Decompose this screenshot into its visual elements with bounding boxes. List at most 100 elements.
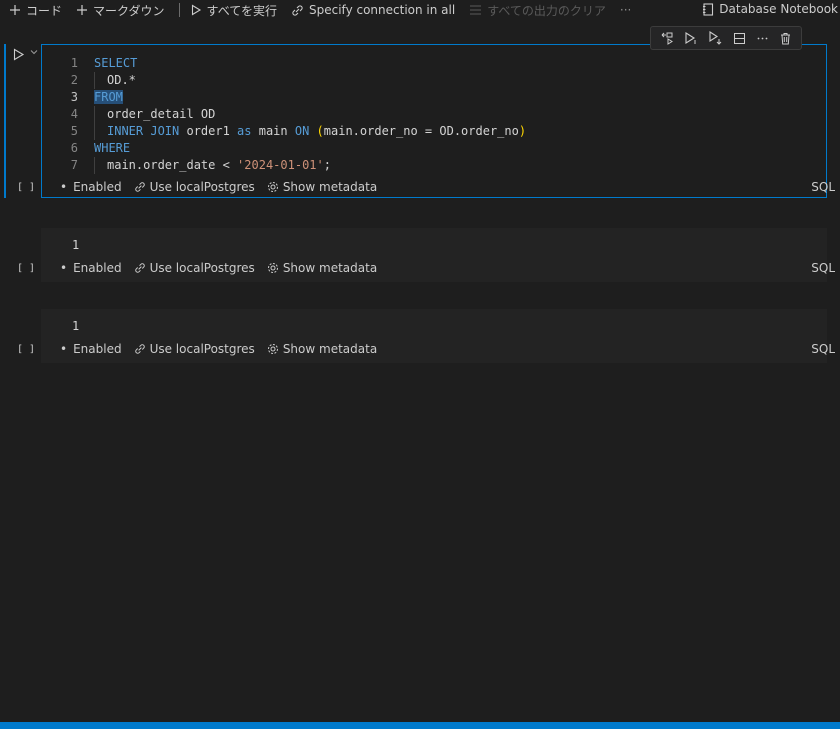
show-metadata-button[interactable]: Show metadata (267, 180, 377, 194)
line-number: 5 (70, 124, 78, 138)
play-icon (190, 4, 202, 16)
code-text: order_detail OD (107, 107, 216, 121)
code-line: 3 FROM (42, 89, 526, 106)
code-text: main.order_no = OD.order_no (323, 124, 519, 138)
more-icon[interactable] (756, 32, 769, 45)
link-icon (134, 262, 146, 274)
add-code-label: コード (26, 3, 63, 18)
kernel-label: Database Notebook (719, 2, 838, 16)
specify-connection-button[interactable]: Specify connection in all (291, 3, 455, 17)
sql-keyword: SELECT (94, 56, 138, 70)
clear-all-outputs-label: すべての出力のクリア (487, 3, 606, 18)
gear-icon (267, 262, 279, 274)
cell-focus-indicator (4, 44, 6, 198)
sql-keyword: INNER JOIN (107, 124, 180, 138)
show-metadata-button[interactable]: Show metadata (267, 261, 377, 275)
split-icon[interactable] (733, 32, 746, 45)
run-all-label: すべてを実行 (206, 3, 277, 18)
status-bar (0, 722, 840, 729)
code-line: 7 main.order_date < '2024-01-01'; (42, 157, 526, 174)
code-line: 2 OD.* (42, 72, 526, 89)
cell-language-picker[interactable]: SQL (811, 342, 835, 356)
line-number: 2 (70, 73, 78, 87)
notebook-toolbar: コード マークダウン すべてを実行 Specify connection in … (0, 0, 840, 20)
notebook-icon (702, 2, 714, 16)
status-dot-icon: • (60, 261, 68, 275)
execution-count: [ ] (17, 263, 36, 274)
cell-language-picker[interactable]: SQL (811, 180, 835, 194)
code-line: 5 INNER JOIN order1 as main ON (main.ord… (42, 123, 526, 140)
execute-above-icon[interactable] (660, 31, 674, 45)
sql-keyword: as (237, 124, 252, 138)
run-all-button[interactable]: すべてを実行 (190, 2, 277, 19)
status-dot-icon: • (60, 180, 68, 194)
cell-content[interactable]: 1 (72, 238, 79, 252)
status-dot-icon: • (60, 342, 68, 356)
execution-count: [ ] (17, 182, 36, 193)
cell-content[interactable]: 1 (72, 319, 79, 333)
link-icon (134, 181, 146, 193)
connection-label: Use localPostgres (149, 342, 255, 356)
plus-icon (9, 4, 21, 16)
gear-icon (267, 181, 279, 193)
clear-icon (469, 4, 482, 16)
indent-guide (94, 123, 107, 140)
cell-status-bar: • Enabled Use localPostgres Show metadat… (60, 341, 389, 357)
show-metadata-label: Show metadata (282, 261, 378, 275)
code-line: 1 SELECT (42, 55, 526, 72)
more-actions-button[interactable]: ··· (620, 3, 631, 17)
toolbar-divider (178, 3, 180, 17)
run-cell-button[interactable] (12, 48, 25, 61)
plus-icon (76, 4, 88, 16)
play-icon (13, 48, 25, 61)
chevron-down-icon[interactable] (30, 48, 38, 56)
paren: ( (316, 124, 324, 138)
code-text: OD.* (107, 73, 136, 87)
specify-connection-label: Specify connection in all (309, 3, 456, 17)
trash-icon[interactable] (779, 32, 792, 45)
kernel-picker[interactable]: Database Notebook (702, 2, 838, 16)
show-metadata-button[interactable]: Show metadata (267, 342, 377, 356)
link-icon (291, 4, 304, 17)
code-text: main.order_date < (107, 158, 238, 172)
code-text: order1 (179, 124, 238, 138)
code-line: 4 order_detail OD (42, 106, 526, 123)
execution-count: [ ] (17, 344, 36, 355)
paren: ) (518, 124, 527, 138)
link-icon (134, 343, 146, 355)
connection-label: Use localPostgres (149, 180, 255, 194)
line-number: 3 (70, 90, 78, 104)
code-cell[interactable]: 1 SELECT 2 OD.* 3 FROM 4 order_detail OD… (41, 44, 827, 198)
enabled-status[interactable]: Enabled (73, 261, 122, 275)
show-metadata-label: Show metadata (282, 342, 378, 356)
code-text: main (251, 124, 295, 138)
connection-status[interactable]: Use localPostgres (134, 261, 255, 275)
sql-keyword-selected: FROM (94, 90, 123, 104)
line-number: 6 (70, 141, 78, 155)
clear-all-outputs-button[interactable]: すべての出力のクリア (469, 2, 606, 19)
code-line: 6 WHERE (42, 140, 526, 157)
indent-guide (94, 157, 107, 174)
cell-toolbar (650, 26, 802, 50)
code-text: ; (323, 158, 331, 172)
connection-status[interactable]: Use localPostgres (134, 342, 255, 356)
line-number: 4 (70, 107, 78, 121)
code-editor[interactable]: 1 SELECT 2 OD.* 3 FROM 4 order_detail OD… (42, 55, 526, 174)
line-number: 7 (70, 158, 78, 172)
indent-guide (94, 72, 107, 89)
add-markdown-label: マークダウン (93, 3, 165, 18)
enabled-status[interactable]: Enabled (73, 180, 122, 194)
show-metadata-label: Show metadata (282, 180, 378, 194)
sql-keyword: WHERE (94, 141, 131, 155)
add-code-button[interactable]: コード (9, 2, 62, 19)
execute-cell-and-below-icon[interactable] (684, 31, 698, 45)
sql-keyword: ON (294, 124, 310, 138)
enabled-status[interactable]: Enabled (73, 342, 122, 356)
connection-label: Use localPostgres (149, 261, 255, 275)
connection-status[interactable]: Use localPostgres (134, 180, 255, 194)
cell-language-picker[interactable]: SQL (811, 261, 835, 275)
execute-below-icon[interactable] (708, 31, 722, 45)
add-markdown-button[interactable]: マークダウン (76, 2, 165, 19)
cell-status-bar: • Enabled Use localPostgres Show metadat… (60, 179, 389, 195)
